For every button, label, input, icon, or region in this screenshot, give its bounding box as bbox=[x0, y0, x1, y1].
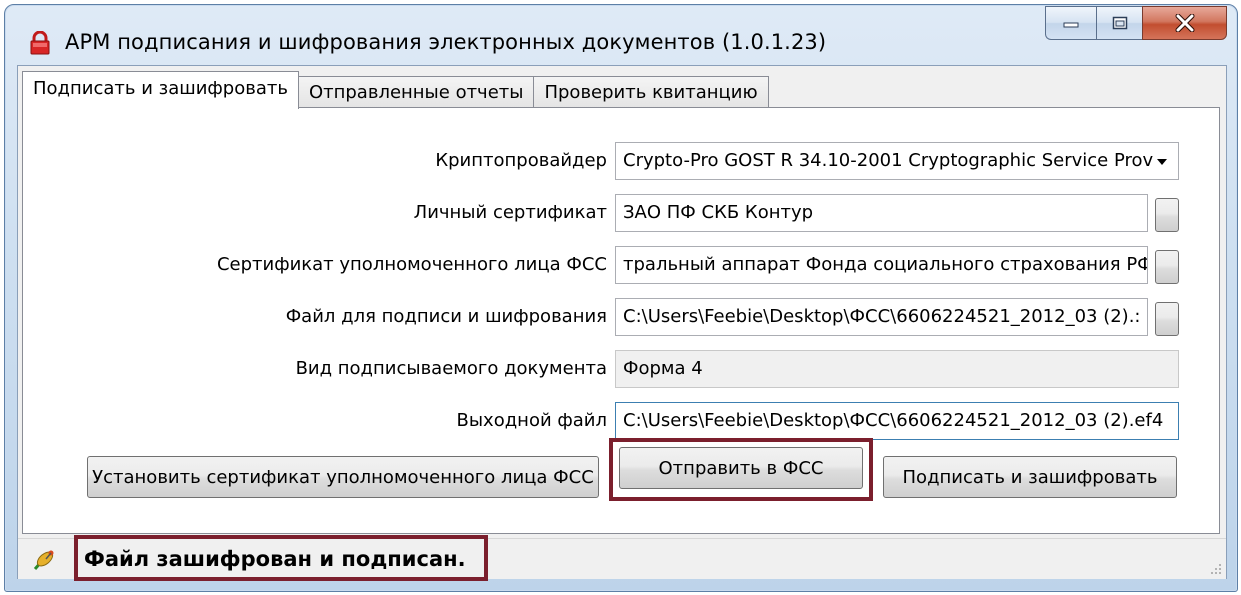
close-icon bbox=[1175, 14, 1194, 32]
minimize-button[interactable] bbox=[1045, 6, 1096, 40]
crypto-provider-select[interactable]: Crypto-Pro GOST R 34.10-2001 Cryptograph… bbox=[615, 142, 1179, 180]
personal-certificate-field[interactable]: ЗАО ПФ СКБ Контур bbox=[615, 194, 1148, 232]
fss-certificate-browse-button[interactable] bbox=[1155, 250, 1179, 284]
personal-certificate-row: Личный сертификат ЗАО ПФ СКБ Контур bbox=[23, 194, 1219, 232]
fss-certificate-field[interactable]: тральный аппарат Фонда социального страх… bbox=[615, 246, 1148, 284]
output-file-row: Выходной файл C:\Users\Feebie\Desktop\ФС… bbox=[23, 402, 1219, 440]
tab-sent-reports[interactable]: Отправленные отчеты bbox=[297, 76, 535, 108]
send-to-fss-button[interactable]: Отправить в ФСС bbox=[619, 447, 863, 489]
tab-check-receipt[interactable]: Проверить квитанцию bbox=[533, 76, 769, 108]
document-type-label: Вид подписываемого документа bbox=[295, 358, 607, 379]
app-window: АРМ подписания и шифрования электронных … bbox=[4, 4, 1238, 592]
tab-panel-sign-encrypt: Криптопровайдер Crypto-Pro GOST R 34.10-… bbox=[22, 107, 1220, 534]
crypto-provider-row: Криптопровайдер Crypto-Pro GOST R 34.10-… bbox=[23, 142, 1219, 180]
padlock-icon bbox=[30, 31, 50, 55]
crypto-provider-value: Crypto-Pro GOST R 34.10-2001 Cryptograph… bbox=[623, 150, 1154, 171]
personal-certificate-label: Личный сертификат bbox=[413, 202, 607, 223]
output-file-field[interactable]: C:\Users\Feebie\Desktop\ФСС\6606224521_2… bbox=[615, 402, 1179, 440]
input-file-field[interactable]: C:\Users\Feebie\Desktop\ФСС\6606224521_2… bbox=[615, 298, 1148, 336]
caption-buttons bbox=[1045, 6, 1227, 40]
output-file-label: Выходной файл bbox=[456, 410, 608, 431]
input-file-row: Файл для подписи и шифрования C:\Users\F… bbox=[23, 298, 1219, 336]
status-bar: Файл зашифрован и подписан. bbox=[18, 535, 1226, 581]
document-type-row: Вид подписываемого документа Форма 4 bbox=[23, 350, 1219, 388]
close-button[interactable] bbox=[1142, 6, 1227, 40]
tab-strip: Подписать и зашифровать Отправленные отч… bbox=[22, 70, 769, 109]
tab-sign-encrypt[interactable]: Подписать и зашифровать bbox=[22, 71, 299, 109]
minimize-icon bbox=[1063, 22, 1079, 28]
resize-grip-icon[interactable] bbox=[1208, 561, 1222, 575]
chevron-down-icon bbox=[1157, 159, 1167, 165]
fss-certificate-row: Сертификат уполномоченного лица ФСС трал… bbox=[23, 246, 1219, 284]
input-file-label: Файл для подписи и шифрования bbox=[285, 306, 607, 327]
maximize-icon bbox=[1112, 16, 1127, 30]
fss-certificate-label: Сертификат уполномоченного лица ФСС bbox=[216, 254, 607, 275]
personal-certificate-browse-button[interactable] bbox=[1155, 198, 1179, 232]
input-file-browse-button[interactable] bbox=[1155, 302, 1179, 336]
maximize-button[interactable] bbox=[1096, 6, 1142, 40]
install-fss-certificate-button[interactable]: Установить сертификат уполномоченного ли… bbox=[87, 456, 599, 498]
window-title: АРМ подписания и шифрования электронных … bbox=[65, 30, 827, 54]
client-area: Подписать и зашифровать Отправленные отч… bbox=[17, 65, 1227, 581]
satellite-dish-icon bbox=[33, 550, 54, 570]
status-message: Файл зашифрован и подписан. bbox=[84, 547, 466, 571]
crypto-provider-label: Криптопровайдер bbox=[435, 150, 607, 171]
sign-and-encrypt-button[interactable]: Подписать и зашифровать bbox=[883, 456, 1177, 498]
document-type-field: Форма 4 bbox=[615, 350, 1179, 388]
